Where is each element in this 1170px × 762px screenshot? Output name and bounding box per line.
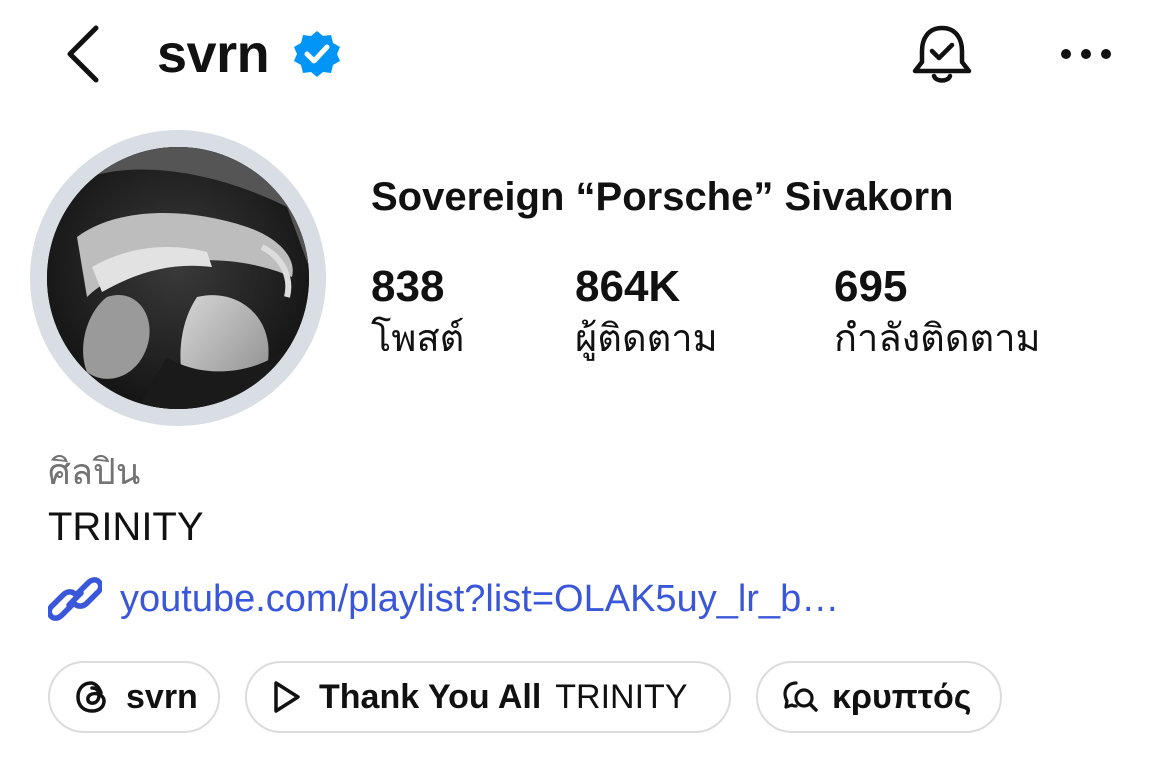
profile-username: svrn: [157, 24, 270, 84]
back-button[interactable]: [58, 22, 108, 86]
avatar[interactable]: [47, 147, 309, 409]
music-pill-artist: TRINITY: [555, 677, 688, 716]
chat-pill-label: κρυπτός: [832, 677, 972, 716]
avatar-photo: [47, 147, 309, 409]
chat-search-icon: [783, 681, 818, 712]
verified-badge-icon: [294, 31, 340, 77]
stat-following[interactable]: 695 กำลังติดตาม: [834, 262, 1041, 364]
stat-posts[interactable]: 838 โพสต์: [371, 262, 464, 364]
stat-followers-label: ผู้ติดตาม: [575, 316, 718, 360]
notifications-button[interactable]: [906, 18, 978, 90]
threads-icon: [76, 681, 106, 713]
profile-link[interactable]: youtube.com/playlist?list=OLAK5uy_lr_b…: [48, 572, 839, 626]
threads-pill-button[interactable]: svrn: [48, 661, 220, 733]
stat-followers[interactable]: 864K ผู้ติดตาม: [575, 262, 718, 364]
link-icon: [48, 577, 102, 621]
threads-pill-label: svrn: [126, 677, 198, 716]
stat-posts-count: 838: [371, 262, 445, 311]
profile-full-name: Sovereign “Porsche” Sivakorn: [371, 175, 954, 219]
chat-pill-button[interactable]: κρυπτός: [756, 661, 1002, 733]
profile-bio: TRINITY: [48, 505, 204, 549]
profile-link-text: youtube.com/playlist?list=OLAK5uy_lr_b…: [120, 577, 840, 620]
more-horizontal-icon: [1061, 49, 1111, 59]
stat-followers-count: 864K: [575, 262, 681, 311]
more-options-button[interactable]: [1058, 34, 1114, 74]
bell-check-icon: [912, 25, 972, 83]
profile-category: ศิลปิน: [48, 452, 141, 493]
play-icon: [274, 681, 300, 713]
chevron-left-icon: [67, 25, 99, 83]
music-pill-title: Thank You All: [319, 677, 542, 716]
profile-page: svrn Sovereign “Porsche” Sivakorn 838 โพ…: [0, 0, 1170, 762]
stat-posts-label: โพสต์: [371, 316, 465, 360]
stat-following-count: 695: [834, 262, 908, 311]
music-pill-button[interactable]: Thank You All TRINITY: [245, 661, 731, 733]
stat-following-label: กำลังติดตาม: [834, 316, 1041, 360]
